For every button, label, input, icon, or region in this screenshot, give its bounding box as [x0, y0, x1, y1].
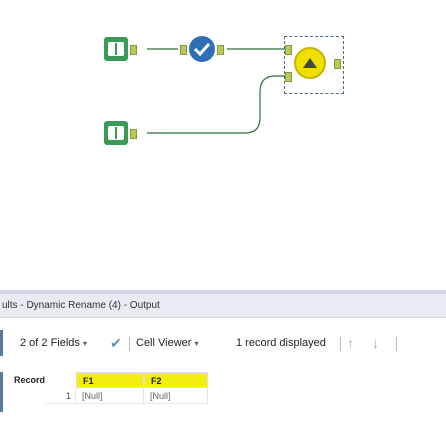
output-anchor[interactable]: [334, 59, 341, 69]
column-header-record[interactable]: Record: [10, 372, 70, 388]
book-icon: [108, 126, 124, 140]
connections-layer: [147, 48, 285, 134]
input-anchor-left[interactable]: [285, 45, 292, 55]
toolbar-separator: [129, 337, 130, 351]
output-anchor[interactable]: [130, 45, 137, 55]
arrow-up-icon[interactable]: ↑: [347, 330, 354, 356]
checkmark-icon[interactable]: ✔: [110, 330, 122, 356]
chevron-down-icon: ▾: [82, 339, 87, 348]
fields-label: 2 of 2 Fields: [20, 337, 80, 349]
cell-viewer-dropdown[interactable]: Cell Viewer ▾: [136, 330, 198, 357]
header-row: Record F1 F2: [0, 372, 210, 388]
input-anchor-right[interactable]: [285, 72, 292, 82]
workflow-canvas[interactable]: [0, 0, 446, 290]
book-icon: [108, 42, 124, 56]
toolbar-separator: [396, 337, 397, 351]
select-tool[interactable]: [189, 36, 215, 62]
input-data-tool-1[interactable]: [104, 37, 128, 61]
checkmark-icon: [193, 42, 211, 56]
results-pane: ults - Dynamic Rename (4) - Output 2 of …: [0, 294, 446, 430]
output-anchor[interactable]: [217, 45, 224, 55]
chevron-down-icon: ▾: [194, 339, 199, 348]
records-displayed-label: 1 record displayed: [236, 337, 326, 349]
toolbar-separator: [340, 337, 341, 351]
input-anchor[interactable]: [180, 45, 187, 55]
column-header-f2[interactable]: F2: [144, 372, 208, 388]
table-row[interactable]: 1 [Null] [Null]: [0, 388, 210, 404]
arrow-down-icon[interactable]: ↓: [372, 330, 379, 356]
input-data-tool-2[interactable]: [104, 121, 128, 145]
fields-dropdown[interactable]: 2 of 2 Fields ▾: [20, 330, 87, 357]
cell-f2[interactable]: [Null]: [144, 388, 208, 404]
cell-f1[interactable]: [Null]: [76, 388, 144, 404]
results-title: ults - Dynamic Rename (4) - Output: [0, 294, 446, 318]
results-toolbar: 2 of 2 Fields ▾ ✔ Cell Viewer ▾ 1 record d…: [0, 330, 446, 356]
connection-input2-rename: [147, 75, 285, 134]
output-anchor[interactable]: [130, 129, 137, 139]
cell-viewer-label: Cell Viewer: [136, 337, 192, 349]
dynamic-rename-tool[interactable]: [294, 47, 326, 79]
column-header-f1[interactable]: F1: [76, 372, 144, 388]
record-number-cell: 1: [46, 388, 76, 404]
rename-gear-icon: [303, 58, 317, 68]
